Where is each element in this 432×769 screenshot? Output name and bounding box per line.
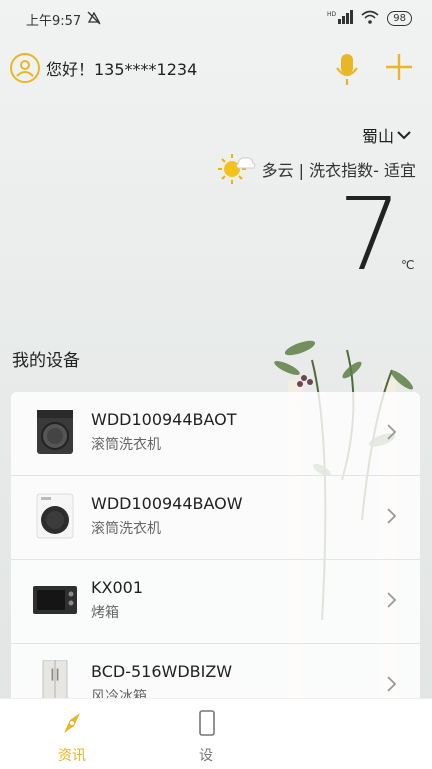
chevron-right-icon [387,508,397,524]
battery-indicator: 98 [387,11,412,26]
device-name: BCD-516WDBIZW [91,662,233,681]
section-title-my-devices: 我的设备 [12,351,80,371]
status-bar: 上午9:57 HD 98 [0,0,432,38]
device-item[interactable]: WDD100944BAOW 滚筒洗衣机 [11,476,420,560]
device-icon [199,710,215,736]
fridge-icon [42,660,68,698]
oven-icon [33,586,77,614]
greeting-text: 您好！135****1234 [46,60,198,79]
bottom-nav: 资讯 设 [0,698,432,769]
washer-white-icon [36,493,74,539]
location-selector[interactable]: 蜀山 [362,123,412,147]
nav-item-devices[interactable]: 设 [176,709,236,765]
device-type: 烤箱 [91,605,119,621]
device-type: 风冷冰箱 [91,689,147,698]
avatar[interactable] [10,53,40,83]
user-icon [16,60,34,77]
partly-cloudy-icon [217,154,255,184]
device-item[interactable]: BCD-516WDBIZW 风冷冰箱 [11,644,420,698]
chevron-down-icon [397,131,411,140]
compass-icon [64,713,80,733]
device-list: WDD100944BAOT 滚筒洗衣机 WDD100944BAOW 滚筒洗衣机 … [11,392,420,698]
microphone-icon[interactable] [334,52,360,86]
device-type: 滚筒洗衣机 [91,437,161,453]
plus-icon [386,54,412,80]
location-label: 蜀山 [361,127,394,146]
device-name: WDD100944BAOW [91,494,243,513]
wifi-icon [361,10,379,27]
mute-icon [86,10,102,30]
device-name: WDD100944BAOT [91,410,237,429]
temperature-unit: ℃ [401,258,415,272]
device-name: KX001 [91,578,143,597]
add-device-button[interactable] [384,52,414,82]
chevron-right-icon [387,676,397,692]
nav-label-news: 资讯 [58,748,86,764]
nav-label-devices: 设 [199,748,213,764]
svg-text:HD: HD [327,11,337,18]
status-time: 上午9:57 [26,14,82,29]
nav-item-news[interactable]: 资讯 [42,709,102,765]
status-icons: HD 98 [327,10,412,27]
chevron-right-icon [387,592,397,608]
device-item[interactable]: WDD100944BAOT 滚筒洗衣机 [11,392,420,476]
signal-icon: HD [327,10,354,27]
device-item[interactable]: KX001 烤箱 [11,560,420,644]
header-row: 您好！135****1234 [10,50,422,86]
device-type: 滚筒洗衣机 [91,521,161,537]
chevron-right-icon [387,424,397,440]
washer-dark-icon [37,410,73,454]
temperature-value: 7 [338,176,402,293]
